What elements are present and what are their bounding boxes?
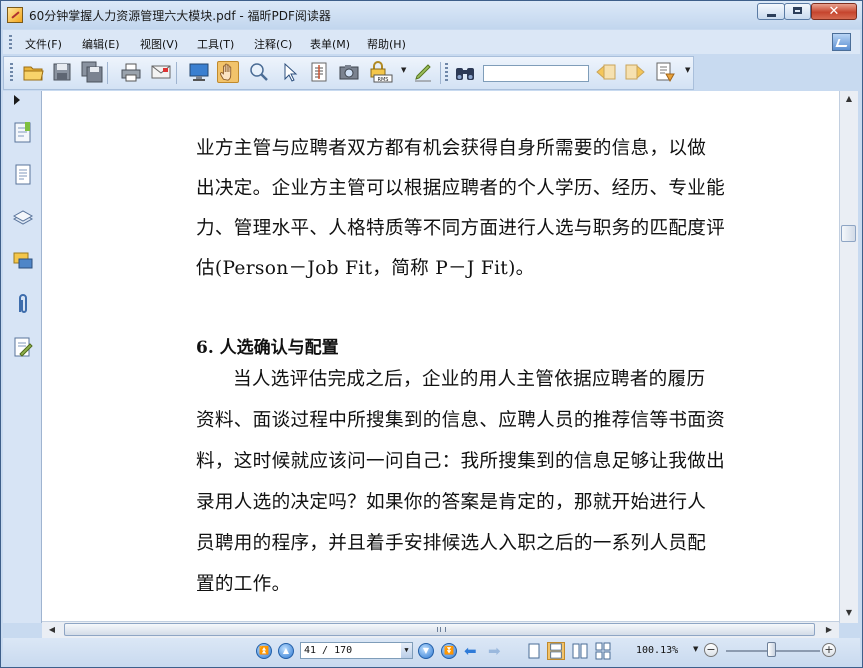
text-line: 录用人选的决定吗？如果你的答案是肯定的，那就开始进行人 [196,492,707,513]
menu-tools[interactable]: 工具(T) [197,36,234,52]
sign-pen-icon[interactable] [412,61,434,83]
vertical-scroll-thumb[interactable] [841,225,856,242]
section-heading: 6. 人选确认与配置 [196,338,339,358]
text-line: 料，这时候就应该问一问自己：我所搜集到的信息足够让我做出 [196,451,726,472]
expand-panel-arrow-icon[interactable] [14,95,20,105]
toolbar-separator [440,62,441,84]
go-forward-arrow-icon[interactable]: ➡ [488,642,501,660]
foxit-app-icon[interactable] [7,7,23,23]
single-page-view-icon[interactable] [525,642,543,660]
menu-bar: 文件(F) 编辑(E) 视图(V) 工具(T) 注释(C) 表单(M) 帮助(H… [3,30,860,54]
email-icon[interactable] [150,61,172,83]
full-screen-icon[interactable] [188,61,210,83]
image-icon[interactable] [832,33,851,51]
scroll-right-arrow-icon[interactable]: ▶ [821,622,837,638]
select-text-icon[interactable] [308,61,330,83]
signatures-icon[interactable] [12,335,34,359]
app-window: 60分钟掌握人力资源管理六大模块.pdf - 福昕PDF阅读器 ✕ 文件(F) … [0,0,863,668]
text-line: 力、管理水平、人格特质等不同方面进行人选与职务的匹配度评 [196,218,726,239]
minimize-icon [767,14,776,17]
text-line: 员聘用的程序，并且着手安排候选人入职之后的一系列人员配 [196,533,707,554]
paragraph-1: 业方主管与应聘者双方都有机会获得自身所需要的信息，以做 出决定。企业方主管可以根… [196,129,756,289]
text-line: 资料、面谈过程中所搜集到的信息、应聘人员的推荐信等书面资 [196,410,726,431]
rms-dropdown-arrow[interactable]: ▼ [401,66,406,74]
text-line: 当人选评估完成之后，企业的用人主管依据应聘者的履历 [233,369,706,390]
toolbar-separator [176,62,177,84]
find-previous-icon[interactable] [595,61,617,83]
scroll-left-arrow-icon[interactable]: ◀ [44,622,60,638]
left-navigation-panel [3,91,42,623]
zoom-level[interactable]: 100.13% [636,645,678,656]
text-line: 置的工作。 [196,574,291,595]
toolbar-grip[interactable] [445,63,448,83]
pdf-page: 业方主管与应聘者双方都有机会获得自身所需要的信息，以做 出决定。企业方主管可以根… [46,91,841,623]
paragraph-2: 当人选评估完成之后，企业的用人主管依据应聘者的履历 资料、面谈过程中所搜集到的信… [196,359,756,605]
previous-page-icon[interactable]: ▲ [278,643,294,659]
vertical-scrollbar[interactable]: ▲ ▼ [839,91,858,623]
next-page-icon[interactable]: ▼ [418,643,434,659]
zoom-out-icon[interactable]: − [704,643,718,657]
menu-edit[interactable]: 编辑(E) [82,36,120,52]
zoom-tool-icon[interactable] [248,61,270,83]
layers-icon[interactable] [12,206,34,230]
go-back-arrow-icon[interactable]: ⬅ [464,642,477,660]
scroll-down-arrow-icon[interactable]: ▼ [840,605,858,621]
attachments-paperclip-icon[interactable] [12,292,34,316]
text-line: 出决定。企业方主管可以根据应聘者的个人学历、经历、专业能 [196,178,726,199]
menubar-grip[interactable] [9,35,12,49]
hand-tool-icon[interactable] [217,61,239,83]
text-line: 业方主管与应聘者双方都有机会获得自身所需要的信息，以做 [196,138,707,159]
find-input[interactable] [483,65,589,82]
save-as-icon[interactable] [81,61,103,83]
main-toolbar: RMS ▼ ▼ [3,56,694,90]
binoculars-find-icon[interactable] [454,61,476,83]
close-button[interactable]: ✕ [811,3,857,20]
horizontal-scrollbar[interactable]: ◀ ▶ [42,621,839,638]
zoom-slider-thumb[interactable] [767,642,776,657]
continuous-view-icon[interactable] [547,642,565,660]
horizontal-scroll-thumb[interactable] [64,623,815,636]
menu-comment[interactable]: 注释(C) [254,36,292,52]
properties-dropdown-arrow[interactable]: ▼ [685,66,690,74]
select-arrow-icon[interactable] [278,61,300,83]
menu-help[interactable]: 帮助(H) [367,36,406,52]
bookmarks-icon[interactable] [12,121,34,145]
rms-label: RMS [378,77,389,83]
document-viewport[interactable]: 业方主管与应聘者双方都有机会获得自身所需要的信息，以做 出决定。企业方主管可以根… [42,91,841,623]
continuous-facing-view-icon[interactable] [594,642,612,660]
text-line: 估(Person－Job Fit，简称 P－J Fit)。 [196,258,535,279]
maximize-icon [793,7,802,14]
zoom-in-icon[interactable]: + [822,643,836,657]
facing-view-icon[interactable] [571,642,589,660]
first-page-icon[interactable]: ⏫ [256,643,272,659]
document-properties-icon[interactable] [654,61,676,83]
zoom-dropdown-arrow-icon[interactable]: ▼ [693,645,698,653]
menu-form[interactable]: 表单(M) [310,36,350,52]
snapshot-icon[interactable] [338,61,360,83]
find-next-icon[interactable] [624,61,646,83]
title-bar: 60分钟掌握人力资源管理六大模块.pdf - 福昕PDF阅读器 ✕ [1,1,862,29]
scroll-grip-icon [437,627,446,632]
minimize-button[interactable] [757,3,785,20]
comments-icon[interactable] [12,249,34,273]
scroll-up-arrow-icon[interactable]: ▲ [840,91,858,107]
rms-lock-icon[interactable]: RMS [368,61,393,83]
toolbar-grip[interactable] [10,63,13,83]
open-icon[interactable] [22,61,44,83]
status-bar: ⏫ ▲ 41 / 170 ▼ ▼ ⏬ ⬅ ➡ 100.13% ▼ − + [3,638,860,666]
pages-thumbnail-icon[interactable] [12,163,34,187]
maximize-button[interactable] [784,3,811,20]
last-page-icon[interactable]: ⏬ [441,643,457,659]
menu-file[interactable]: 文件(F) [25,36,62,52]
close-icon: ✕ [828,4,840,19]
page-number-field[interactable]: 41 / 170 ▼ [300,642,413,659]
menu-view[interactable]: 视图(V) [140,36,178,52]
save-icon[interactable] [51,61,73,83]
page-dropdown-arrow-icon[interactable]: ▼ [401,643,412,658]
print-icon[interactable] [120,61,142,83]
toolbar-separator [107,62,108,84]
window-title: 60分钟掌握人力资源管理六大模块.pdf - 福昕PDF阅读器 [29,9,331,23]
page-number-text: 41 / 170 [304,645,353,656]
